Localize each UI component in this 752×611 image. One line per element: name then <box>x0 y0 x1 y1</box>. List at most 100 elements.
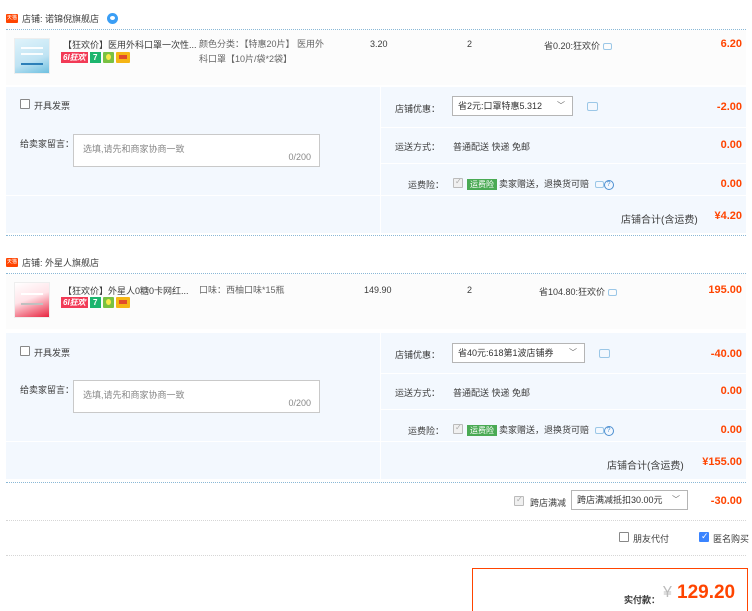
insurance-amount: 0.00 <box>720 178 742 190</box>
message-placeholder: 选填,请先和商家协商一致 <box>83 390 185 400</box>
discount-info: 省0.20:狂欢价 <box>544 39 613 52</box>
sku-line: 科口罩【10片/袋*2袋】 <box>199 54 293 64</box>
product-thumbnail[interactable] <box>14 282 50 318</box>
shipping-label: 运送方式： <box>395 142 441 152</box>
insurance-info: 运费险 卖家赠送，退换货可赔 ? <box>465 177 614 191</box>
chat-icon[interactable] <box>603 43 613 51</box>
shop-type-icon: 天猫 <box>6 257 18 267</box>
insurance-tag: 运费险 <box>467 425 497 437</box>
insurance-tag: 运费险 <box>467 179 497 191</box>
discount-text: 省0.20:狂欢价 <box>544 41 601 51</box>
message-label: 给卖家留言： <box>20 385 75 395</box>
shop-name[interactable]: 店铺: 外星人旗舰店 <box>22 256 99 269</box>
shop-name[interactable]: 店铺: 诺锦倪旗舰店 <box>22 12 99 25</box>
cross-store-select-value: 跨店满减抵扣30.00元 <box>577 495 663 505</box>
seven-day-return-icon: 7 <box>89 297 101 308</box>
shop-service-panel: 开具发票 给卖家留言： 选填,请先和商家协商一致 0/200 店铺优惠： 省2元… <box>6 87 746 233</box>
credit-card-icon <box>115 52 130 63</box>
divider <box>6 520 746 521</box>
chat-icon[interactable] <box>608 289 618 297</box>
sku-info: 口味：西柚口味*15瓶 <box>199 283 285 298</box>
message-placeholder: 选填,请先和商家协商一致 <box>83 144 185 154</box>
service-leaf-icon <box>102 52 114 63</box>
coupon-amount: -2.00 <box>716 101 742 113</box>
chat-icon[interactable] <box>594 427 604 435</box>
coupon-select[interactable]: 省2元:口罩特惠5.312 ﹀ <box>452 96 573 116</box>
unit-price: 3.20 <box>370 39 388 49</box>
service-leaf-icon <box>102 297 114 308</box>
coupon-amount: -40.00 <box>710 348 742 360</box>
shop-divider <box>6 482 746 483</box>
invoice-label: 开具发票 <box>34 101 71 111</box>
sale-61-badge: 6I狂欢 <box>61 297 88 308</box>
message-char-count: 0/200 <box>288 152 311 162</box>
quantity: 2 <box>467 285 473 295</box>
product-title[interactable]: 【狂欢价】医用外科口罩一次性... <box>63 38 198 51</box>
shop-total-label: 店铺合计(含运费) <box>621 215 698 226</box>
unit-price: 149.90 <box>364 285 392 295</box>
cross-store-select[interactable]: 跨店满减抵扣30.00元 ﹀ <box>571 490 688 510</box>
item-subtotal: 6.20 <box>720 38 742 50</box>
cross-store-label: 跨店满减 <box>530 498 567 508</box>
insurance-amount: 0.00 <box>720 424 742 436</box>
insurance-label: 运费险： <box>408 180 445 190</box>
chat-icon[interactable] <box>594 181 604 189</box>
shop-total-value: ¥4.20 <box>714 210 742 222</box>
seven-day-return-icon: 7 <box>89 52 101 63</box>
order-item-row: 【狂欢价】医用外科口罩一次性... 6I狂欢 7 颜色分类：【特惠20片】 医用… <box>6 30 746 85</box>
message-label: 给卖家留言： <box>20 139 75 149</box>
message-input[interactable]: 选填,请先和商家协商一致 0/200 <box>73 134 320 167</box>
promo-badges: 6I狂欢 7 <box>61 297 130 308</box>
anonymous-checkbox[interactable] <box>699 531 709 542</box>
discount-info: 省104.80:狂欢价 <box>539 285 618 298</box>
shop-total-label: 店铺合计(含运费) <box>607 461 684 472</box>
shipping-value: 普通配送 快递 免邮 <box>453 388 531 398</box>
anonymous-label: 匿名购买 <box>713 534 750 544</box>
order-item-row: 【狂欢价】外星人0糖0卡网红... 6I狂欢 7 口味：西柚口味*15瓶 149… <box>6 274 746 329</box>
item-subtotal: 195.00 <box>708 284 742 296</box>
help-icon[interactable]: ? <box>603 179 614 190</box>
shop-divider <box>6 235 746 236</box>
coupon-label: 店铺优惠： <box>395 104 441 114</box>
help-icon[interactable]: ? <box>603 425 614 436</box>
product-thumbnail[interactable] <box>14 38 50 74</box>
insurance-checkbox[interactable] <box>453 423 463 434</box>
shipping-value: 普通配送 快递 免邮 <box>453 142 531 152</box>
shop-header: 天猫 店铺: 诺锦倪旗舰店 <box>6 8 119 28</box>
friend-pay-checkbox[interactable] <box>619 532 629 542</box>
shop-service-panel: 开具发票 给卖家留言： 选填,请先和商家协商一致 0/200 店铺优惠： 省40… <box>6 333 746 479</box>
friend-pay-label: 朋友代付 <box>633 534 670 544</box>
coupon-select[interactable]: 省40元:618第1波店铺券 ﹀ <box>452 343 585 363</box>
insurance-checkbox[interactable] <box>453 177 463 188</box>
coupon-select-value: 省40元:618第1波店铺券 <box>458 348 554 358</box>
currency-symbol: ¥ <box>663 584 672 601</box>
shipping-label: 运送方式： <box>395 388 441 398</box>
shop-total-value: ¥155.00 <box>702 456 742 468</box>
product-title[interactable]: 【狂欢价】外星人0糖0卡网红... <box>63 284 198 297</box>
shop-type-icon: 天猫 <box>6 13 18 23</box>
divider <box>6 555 746 556</box>
discount-text: 省104.80:狂欢价 <box>539 287 606 297</box>
chevron-down-icon: ﹀ <box>569 348 577 357</box>
insurance-text: 卖家赠送，退换货可赔 <box>499 425 590 435</box>
insurance-text: 卖家赠送，退换货可赔 <box>499 179 590 189</box>
shipping-amount: 0.00 <box>720 139 742 151</box>
cross-store-amount: -30.00 <box>710 495 742 507</box>
shipping-amount: 0.00 <box>720 385 742 397</box>
wangwang-chat-icon[interactable] <box>107 12 119 24</box>
message-input[interactable]: 选填,请先和商家协商一致 0/200 <box>73 380 320 413</box>
shop-header: 天猫 店铺: 外星人旗舰店 <box>6 252 99 272</box>
insurance-label: 运费险： <box>408 426 445 436</box>
sku-line: 口味：西柚口味*15瓶 <box>199 285 285 295</box>
invoice-label: 开具发票 <box>34 348 71 358</box>
sale-61-badge: 6I狂欢 <box>61 52 88 63</box>
cross-store-checkbox[interactable] <box>514 495 524 506</box>
payment-summary: 实付款： ¥ 129.20 <box>472 568 748 611</box>
promo-badges: 6I狂欢 7 <box>61 52 130 63</box>
chat-icon[interactable] <box>587 102 598 112</box>
chat-icon[interactable] <box>599 349 610 359</box>
quantity: 2 <box>467 39 473 49</box>
chevron-down-icon: ﹀ <box>672 495 680 504</box>
invoice-checkbox[interactable] <box>20 99 30 109</box>
invoice-checkbox[interactable] <box>20 346 30 356</box>
